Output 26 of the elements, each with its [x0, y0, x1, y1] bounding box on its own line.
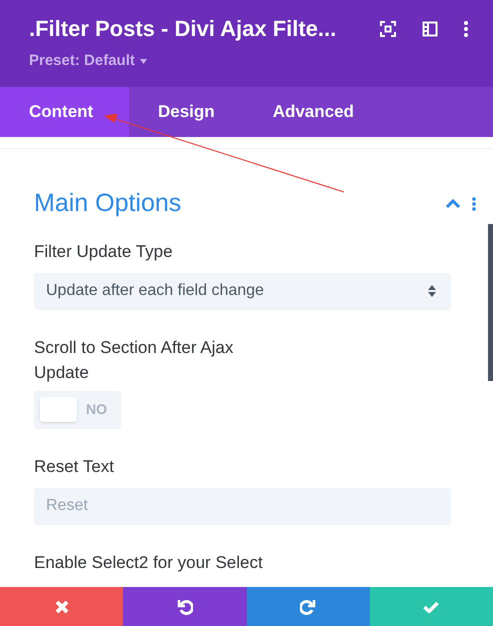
checkmark-icon [423, 600, 440, 612]
collapse-icon[interactable] [446, 199, 460, 208]
layout-icon[interactable] [422, 20, 438, 36]
tab[interactable]: Advanced [244, 87, 383, 137]
preset-dropdown[interactable]: Preset: Default [29, 50, 147, 72]
field-label: Scroll to Section After Ajax Update [34, 336, 234, 384]
undo-button[interactable] [123, 587, 246, 626]
expand-icon[interactable] [380, 20, 396, 36]
section-title: Main Options [34, 188, 182, 219]
field-label: Reset Text [34, 456, 116, 478]
panel-title: .Filter Posts - Divi Ajax Filte... [29, 15, 336, 43]
field-label: Enable Select2 for your Select [34, 552, 264, 574]
field-label: Filter Update Type [34, 240, 174, 262]
caret-icon [140, 58, 147, 64]
tab[interactable]: Content [0, 87, 129, 137]
redo-icon [300, 598, 316, 614]
scrollbar[interactable] [488, 224, 493, 381]
more-icon[interactable] [464, 20, 468, 36]
sort-arrows-icon [428, 284, 436, 298]
select-field[interactable]: Update after each field change [34, 272, 451, 310]
close-icon [54, 600, 69, 614]
input-field[interactable]: Reset [34, 488, 451, 524]
redo-button[interactable] [246, 587, 370, 626]
tab[interactable]: Design [129, 87, 244, 137]
more-icon[interactable] [472, 196, 476, 211]
undo-icon [176, 598, 193, 614]
